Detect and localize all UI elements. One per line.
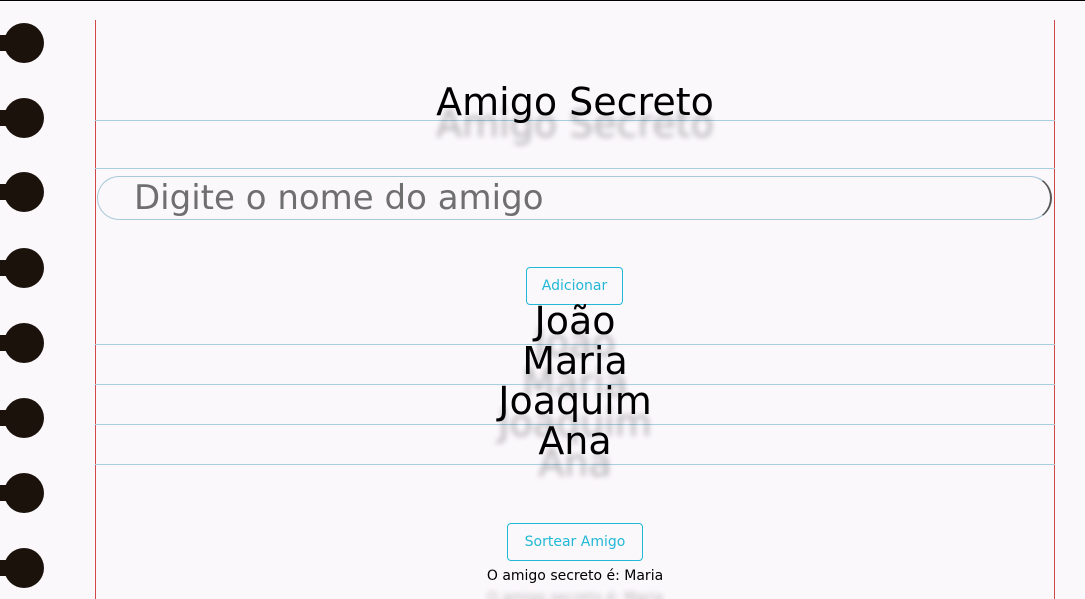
page-title: Amigo Secreto [436,80,714,124]
notebook-rule [95,464,1055,465]
list-item: João [534,299,616,343]
binder-hole-icon [0,398,44,438]
binder-hole-icon [0,172,44,212]
list-item: Joaquim [498,379,652,423]
binder-hole-icon [0,323,44,363]
notebook-rule [95,168,1055,169]
binder-hole-icon [0,473,44,513]
friend-name-input[interactable] [97,176,1052,220]
list-item: Maria [522,339,628,383]
binder-hole-icon [0,98,44,138]
friends-list: João Maria Joaquim Ana [95,301,1055,461]
draw-friend-button[interactable]: Sortear Amigo [507,523,643,561]
top-border [0,0,1085,1]
binder-hole-icon [0,23,44,63]
list-item: Ana [538,419,612,463]
binder-hole-icon [0,248,44,288]
result-text: O amigo secreto é: Maria [486,568,664,584]
binder-hole-icon [0,548,44,588]
